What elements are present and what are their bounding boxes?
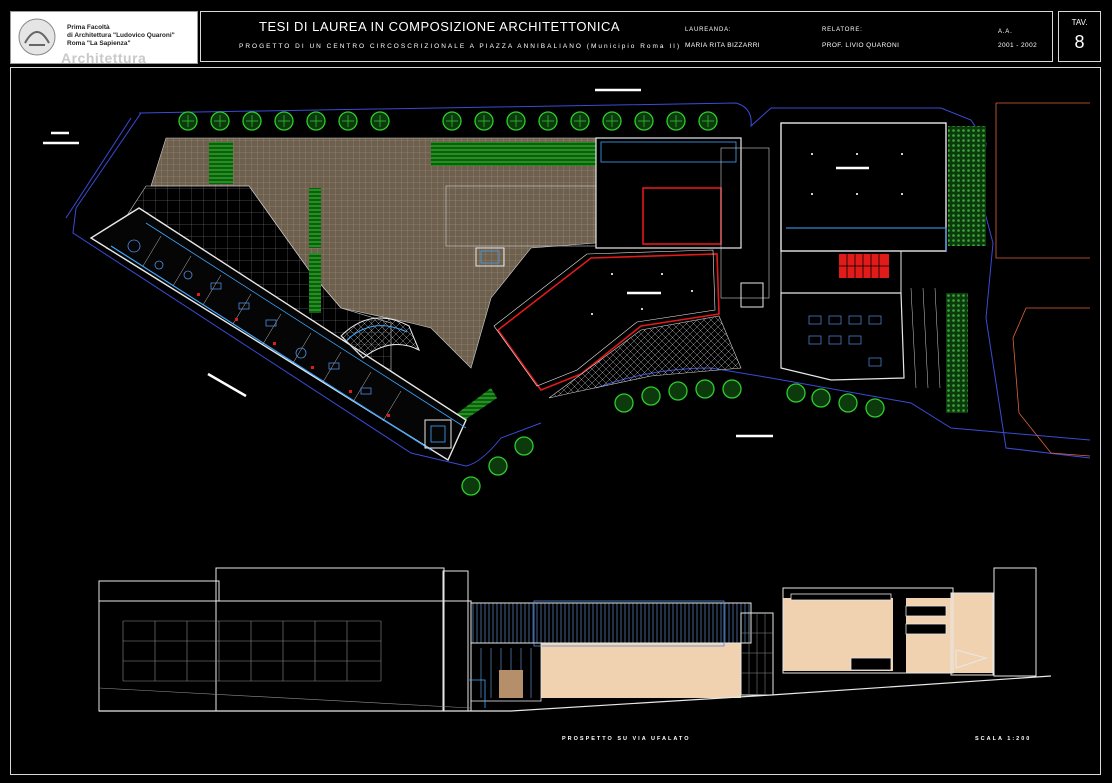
faculty-wordmark: Architettura — [61, 50, 147, 66]
neighbouring-building — [1012, 307, 1091, 457]
east-office-desks — [808, 315, 882, 367]
scale-caption: SCALA 1:200 — [975, 736, 1032, 742]
faculty-name: Prima Facoltà di Architettura "Ludovico … — [67, 24, 175, 48]
laureanda-name: MARIA RITA BIZZARRI — [685, 42, 761, 49]
green-bed — [431, 142, 596, 166]
east-building-columns — [811, 153, 903, 195]
architectural-drawing — [43, 88, 1091, 712]
green-bed — [209, 142, 233, 184]
auditorium-foyer — [600, 141, 737, 163]
street-edge — [65, 117, 132, 219]
red-stair — [839, 254, 889, 278]
neighbouring-building — [995, 102, 1090, 259]
title-block: TESI DI LAUREA IN COMPOSIZIONE ARCHITETT… — [200, 11, 1053, 62]
sheet-number: 8 — [1074, 32, 1085, 52]
drawing-frame — [10, 67, 1101, 775]
elevation-caption: PROSPETTO SU VIA UFALATO — [562, 736, 691, 742]
left-volume-windows — [98, 620, 472, 709]
hedge — [946, 293, 968, 413]
stair-core — [740, 282, 764, 308]
parking-stripes — [910, 287, 941, 389]
east-building — [780, 122, 947, 252]
faculty-name-line: Roma "La Sapienza" — [67, 40, 131, 47]
louvred-facade — [470, 602, 752, 644]
faculty-name-line: di Architettura "Ludovico Quaroni" — [67, 32, 175, 39]
sheet-number-block: TAV. 8 — [1058, 11, 1101, 62]
site-plan — [43, 88, 1091, 496]
hedge — [948, 126, 986, 246]
project-subtitle: PROGETTO DI UN CENTRO CIRCOSCRIZIONALE A… — [239, 43, 682, 50]
faculty-emblem-icon — [18, 18, 56, 56]
sheet-label: TAV. — [1071, 18, 1088, 27]
auditorium-block — [595, 137, 742, 249]
relatore-name: PROF. LIVIO QUARONI — [822, 42, 900, 49]
laureanda-label: LAUREANDA: — [685, 27, 732, 33]
auditorium-room — [642, 187, 722, 245]
east-offices — [780, 292, 905, 381]
faculty-name-line: Prima Facoltà — [67, 24, 110, 31]
service-corridor — [720, 147, 770, 299]
glazed-facade — [786, 227, 947, 251]
canopy — [499, 670, 523, 698]
relatore-label: RELATORE: — [822, 27, 863, 33]
thesis-title: TESI DI LAUREA IN COMPOSIZIONE ARCHITETT… — [259, 19, 621, 34]
grid-terrace — [445, 185, 597, 247]
academic-year: 2001 - 2002 — [998, 42, 1038, 49]
faculty-logo: Prima Facoltà di Architettura "Ludovico … — [10, 11, 198, 66]
academic-year-label: A.A. — [998, 29, 1013, 35]
green-bed — [309, 188, 321, 248]
green-bed — [309, 253, 321, 313]
street-elevation — [98, 567, 1052, 712]
